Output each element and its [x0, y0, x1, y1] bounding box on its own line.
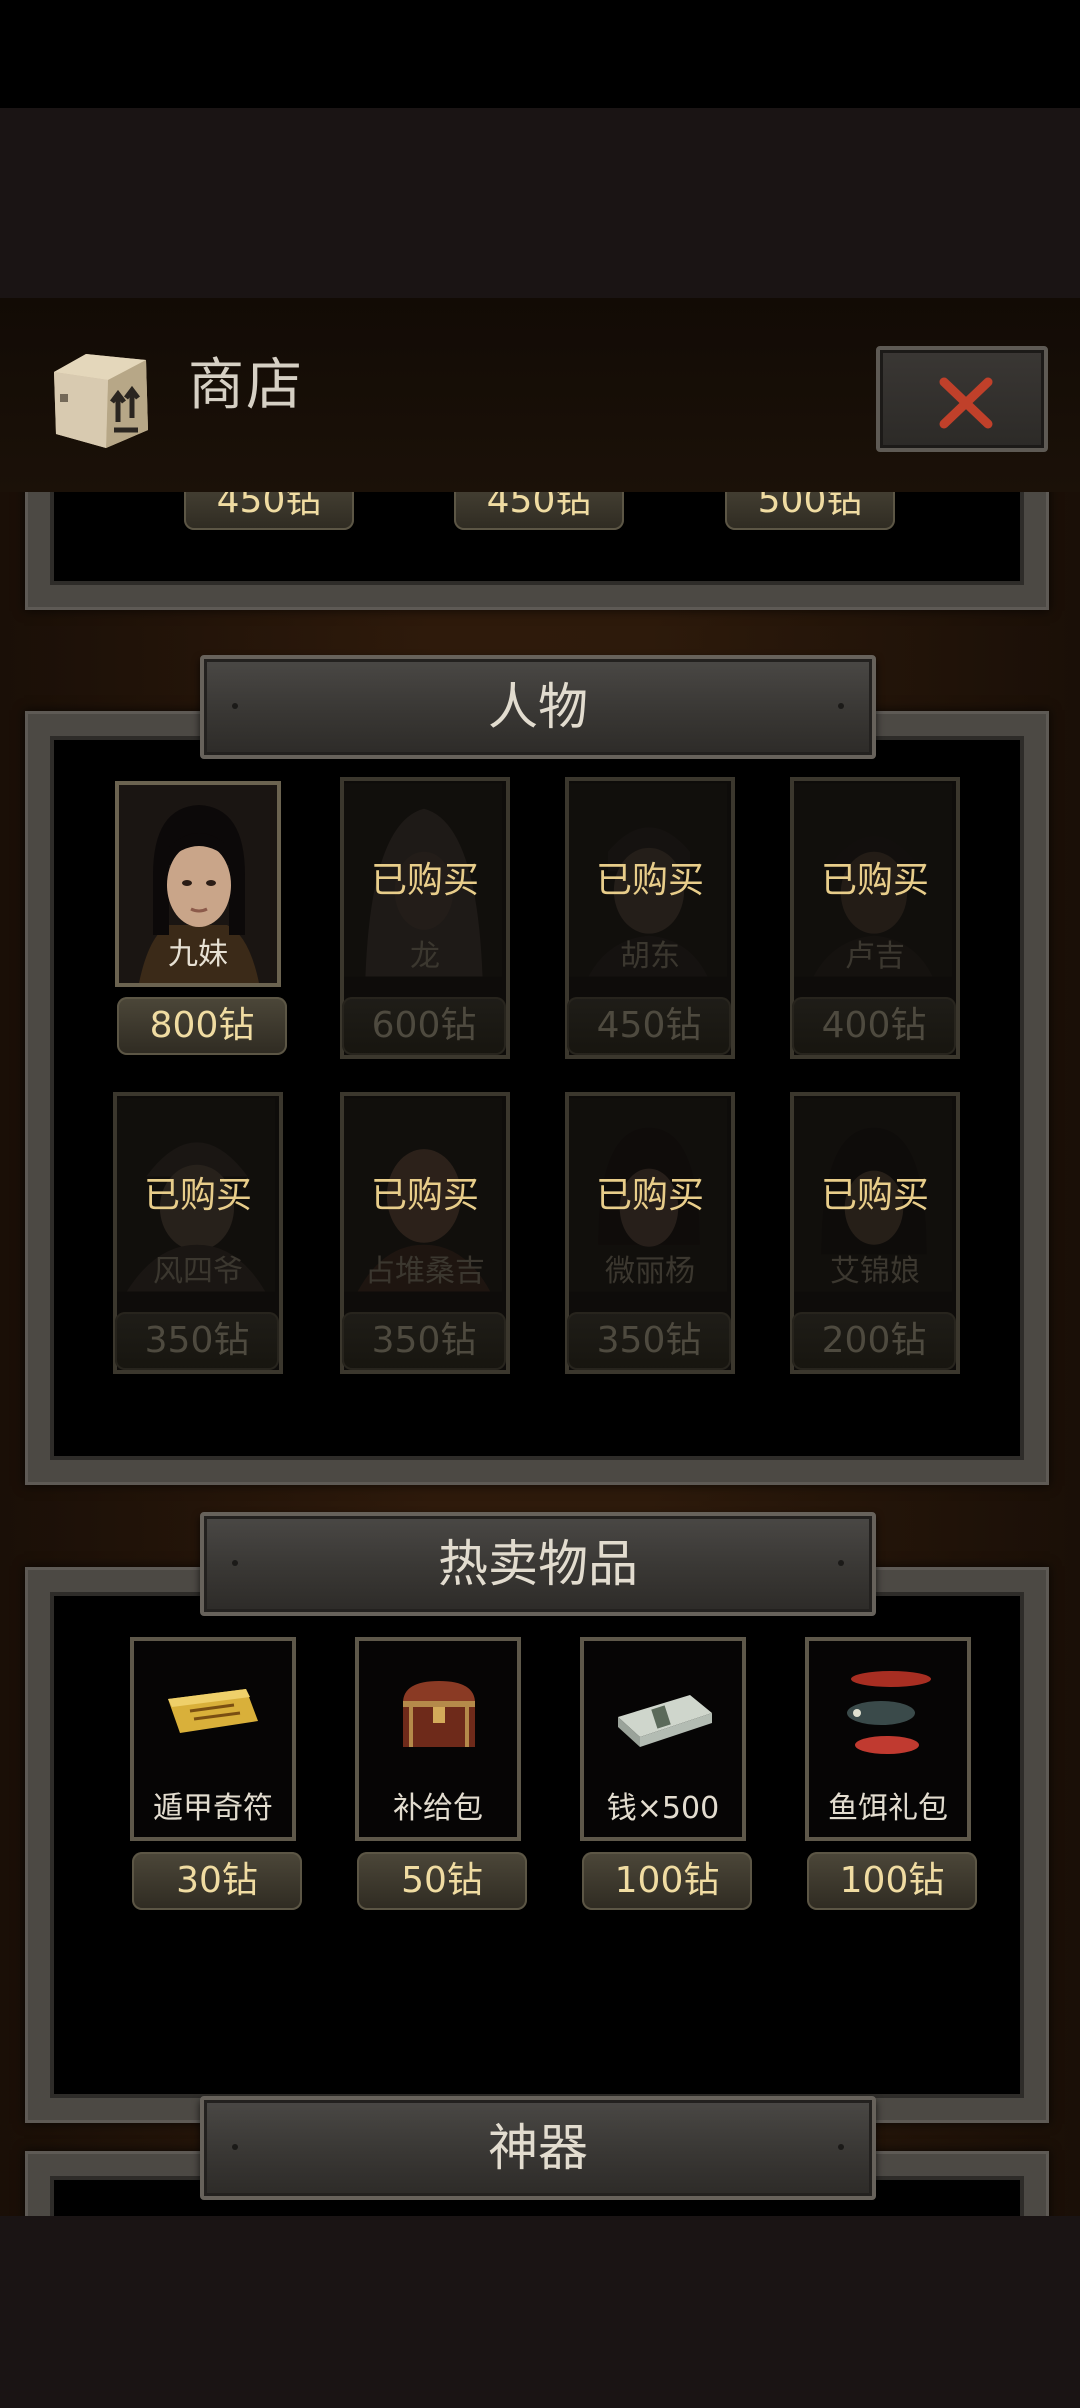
shop-panel: 商店 450钻 450钻 500钻 人物 九妹 800钻 已购买 龙 600钻 …	[0, 298, 1080, 2216]
item-name: 遁甲奇符	[153, 1791, 273, 1826]
shop-title: 商店	[188, 353, 304, 418]
item-card-money[interactable]: 钱×500	[580, 1637, 746, 1841]
owned-label: 已购买	[143, 1175, 252, 1216]
item-card-lure-pack[interactable]: 鱼饵礼包	[805, 1637, 971, 1841]
owned-label: 已购买	[370, 860, 479, 901]
character-name: 卢吉	[845, 939, 905, 974]
bottom-spacer	[0, 2216, 1080, 2408]
item-price[interactable]: 100钻	[807, 1852, 977, 1910]
talisman-icon	[168, 1689, 258, 1733]
shop-scroll-area[interactable]: 450钻 450钻 500钻 人物 九妹 800钻 已购买 龙 600钻 已购买…	[0, 492, 1080, 2216]
character-price: 200钻	[792, 1312, 956, 1370]
characters-section-title: 人物	[200, 655, 876, 759]
item-name: 补给包	[393, 1791, 483, 1826]
money-stack-icon	[618, 1695, 712, 1747]
chest-icon	[403, 1681, 475, 1747]
character-price[interactable]: 800钻	[117, 997, 287, 1055]
character-price: 600钻	[342, 997, 506, 1055]
status-bar	[0, 0, 1080, 108]
character-price: 350钻	[342, 1312, 506, 1370]
owned-label: 已购买	[820, 860, 929, 901]
item-card-talisman[interactable]: 遁甲奇符	[130, 1637, 296, 1841]
character-name: 九妹	[168, 937, 228, 972]
owned-label: 已购买	[595, 860, 704, 901]
top-spacer	[0, 108, 1080, 298]
price-pill[interactable]: 500钻	[725, 492, 895, 530]
close-x-icon	[939, 377, 993, 429]
item-price[interactable]: 50钻	[357, 1852, 527, 1910]
character-price: 400钻	[792, 997, 956, 1055]
hot-items-section-title: 热卖物品	[200, 1512, 876, 1616]
close-button[interactable]	[876, 346, 1048, 452]
price-pill[interactable]: 450钻	[454, 492, 624, 530]
owned-label: 已购买	[595, 1175, 704, 1216]
item-price[interactable]: 30钻	[132, 1852, 302, 1910]
item-card-supply-pack[interactable]: 补给包	[355, 1637, 521, 1841]
artifacts-section-title: 神器	[200, 2096, 876, 2200]
box-icon	[54, 354, 148, 448]
item-price[interactable]: 100钻	[582, 1852, 752, 1910]
character-name: 艾锦娘	[830, 1254, 920, 1289]
item-name: 钱×500	[606, 1791, 720, 1826]
character-price: 450钻	[567, 997, 731, 1055]
shop-header: 商店	[0, 298, 1080, 492]
character-price: 350钻	[115, 1312, 279, 1370]
character-name: 微丽杨	[605, 1254, 695, 1289]
item-name: 鱼饵礼包	[828, 1791, 948, 1826]
character-name: 龙	[410, 939, 440, 974]
fishing-lure-icon	[847, 1671, 931, 1754]
owned-label: 已购买	[370, 1175, 479, 1216]
character-name: 风四爷	[153, 1254, 243, 1289]
character-price: 350钻	[567, 1312, 731, 1370]
character-name: 占堆桑吉	[365, 1254, 485, 1289]
owned-label: 已购买	[820, 1175, 929, 1216]
character-card-jiumei[interactable]: 九妹	[115, 781, 281, 987]
character-name: 胡东	[620, 939, 680, 974]
price-pill[interactable]: 450钻	[184, 492, 354, 530]
